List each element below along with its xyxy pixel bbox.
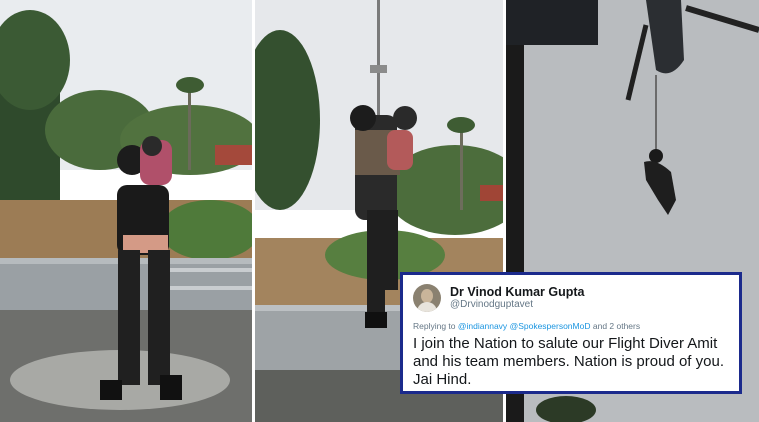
- reply-mention-indiannavy[interactable]: @indiannavy: [458, 321, 507, 331]
- photo-panel-rooftop-rescue: [0, 0, 252, 422]
- tweet-header: Dr Vinod Kumar Gupta @Drvinodguptavet: [413, 281, 729, 315]
- tweet-author-name[interactable]: Dr Vinod Kumar Gupta: [450, 285, 585, 299]
- reply-suffix[interactable]: and 2 others: [593, 321, 640, 331]
- tweet-reply-line: Replying to @indiannavy @SpokespersonMoD…: [413, 321, 729, 331]
- avatar[interactable]: [413, 284, 441, 312]
- reply-mention-spokespersonmod[interactable]: @SpokespersonMoD: [510, 321, 591, 331]
- reply-prefix: Replying to: [413, 321, 456, 331]
- tweet-card: Dr Vinod Kumar Gupta @Drvinodguptavet Re…: [400, 272, 742, 394]
- tweet-text: I join the Nation to salute our Flight D…: [413, 335, 724, 388]
- tweet-author: Dr Vinod Kumar Gupta @Drvinodguptavet: [450, 285, 585, 311]
- tweet-author-handle[interactable]: @Drvinodguptavet: [450, 299, 585, 311]
